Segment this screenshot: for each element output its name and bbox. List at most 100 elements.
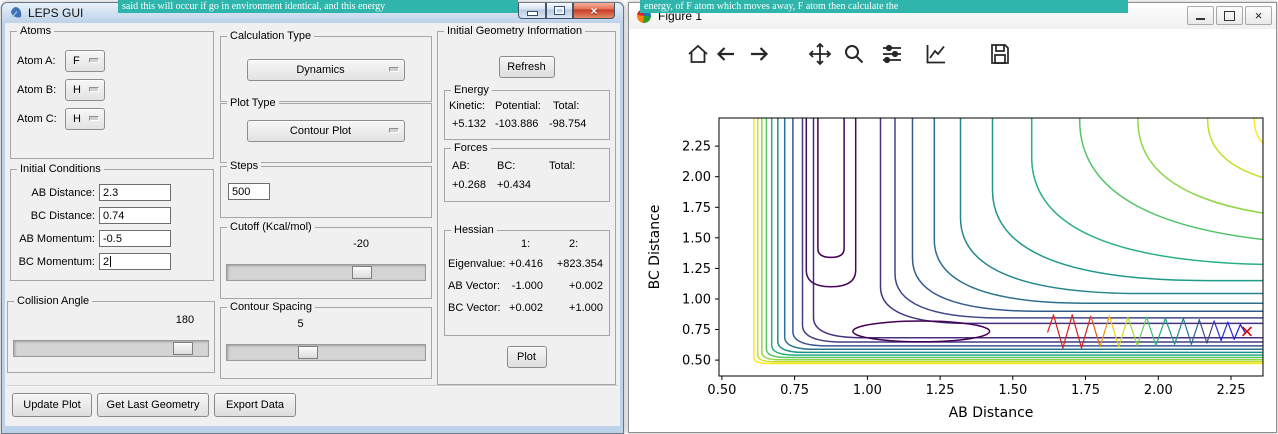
geometry-info-group: Initial Geometry Information Refresh Ene… <box>437 25 616 385</box>
maximize-icon <box>554 6 565 15</box>
update-plot-button[interactable]: Update Plot <box>12 393 92 417</box>
edit-parameters-icon-glyph <box>926 45 945 64</box>
forward-icon[interactable] <box>746 41 772 67</box>
steps-input[interactable]: 500 <box>228 183 270 200</box>
get-last-geometry-label: Get Last Geometry <box>106 399 200 411</box>
close-icon: × <box>590 3 598 18</box>
pan-icon-glyph <box>808 42 832 66</box>
cutoff-thumb[interactable] <box>351 266 372 279</box>
svg-text:1.50: 1.50 <box>682 231 711 246</box>
maximize-icon <box>1224 10 1235 21</box>
cutoff-slider[interactable]: -20 <box>223 238 429 294</box>
background-text-right: energy, of F atom which moves away, F at… <box>644 1 899 12</box>
svg-text:0.50: 0.50 <box>707 383 736 398</box>
svg-text:2.00: 2.00 <box>682 170 711 185</box>
eigenvalue-2: +823.354 <box>556 258 603 270</box>
calculation-type-select[interactable]: Dynamics <box>247 59 405 81</box>
atoms-group: Atoms Atom A: F Atom B: H Atom C: H <box>10 25 214 159</box>
maximize-button[interactable] <box>546 3 573 19</box>
dropdown-indicator-icon <box>389 67 399 72</box>
cutoff-trough[interactable] <box>226 264 426 281</box>
atom-a-value: F <box>73 55 80 67</box>
plot-type-select[interactable]: Contour Plot <box>247 120 405 142</box>
svg-text:1.50: 1.50 <box>998 383 1027 398</box>
svg-text:1.00: 1.00 <box>682 293 711 308</box>
save-icon[interactable] <box>987 41 1013 67</box>
cutoff-value: -20 <box>353 238 369 250</box>
zoom-icon[interactable] <box>841 41 867 67</box>
svg-text:0.75: 0.75 <box>780 383 809 398</box>
hessian-label: Hessian <box>451 224 497 237</box>
bc-vector-2: +1.000 <box>569 302 603 314</box>
forces-label: Forces <box>451 142 491 155</box>
potential-header: Potential: <box>495 100 541 112</box>
dropdown-indicator-icon <box>89 87 99 92</box>
calculation-type-label: Calculation Type <box>227 30 315 43</box>
configure-subplots-icon[interactable] <box>879 41 905 67</box>
ab-distance-input[interactable]: 2.3 <box>99 184 171 201</box>
back-icon[interactable] <box>713 41 739 67</box>
calculation-type-value: Dynamics <box>296 64 345 76</box>
contour-spacing-slider[interactable]: 5 <box>223 318 429 374</box>
eigenvalue-1: +0.416 <box>509 258 543 270</box>
refresh-button[interactable]: Refresh <box>498 56 555 78</box>
pan-icon[interactable] <box>807 41 833 67</box>
home-icon[interactable] <box>685 41 711 67</box>
contour-plot-svg[interactable]: 0.50 0.75 1.00 1.25 1.50 1.75 2.00 2.25 0.50 0.75… <box>629 79 1276 432</box>
atoms-group-label: Atoms <box>17 25 55 38</box>
desktop: said this will occur if go in environmen… <box>0 0 1278 434</box>
contour-spacing-thumb[interactable] <box>298 346 319 359</box>
atom-b-select[interactable]: H <box>65 79 105 101</box>
collision-angle-thumb[interactable] <box>172 342 193 355</box>
bc-distance-value: 0.74 <box>103 209 125 222</box>
get-last-geometry-button[interactable]: Get Last Geometry <box>97 393 209 417</box>
configure-subplots-icon-glyph <box>883 44 901 64</box>
atom-a-select[interactable]: F <box>65 50 105 72</box>
background-text-left: said this will occur if go in environmen… <box>122 1 386 12</box>
atom-b-value: H <box>73 84 81 96</box>
bc-vector-1: +0.002 <box>509 302 543 314</box>
total-header: Total: <box>553 100 580 112</box>
collision-angle-trough[interactable] <box>13 340 209 357</box>
figure-canvas[interactable]: 0.50 0.75 1.00 1.25 1.50 1.75 2.00 2.25 0.50 0.75… <box>629 79 1276 432</box>
dropdown-indicator-icon <box>389 128 399 133</box>
plot-type-label: Plot Type <box>227 97 279 110</box>
ab-distance-label: AB Distance: <box>31 187 95 199</box>
ab-momentum-input[interactable]: -0.5 <box>99 230 171 247</box>
ab-distance-value: 2.3 <box>103 186 119 199</box>
calculation-type-group: Calculation Type Dynamics <box>220 30 432 102</box>
ab-vector-1: -1.000 <box>511 280 543 292</box>
minimize-button[interactable] <box>1187 6 1214 25</box>
collision-angle-group: Collision Angle 180 <box>7 295 215 373</box>
contour-spacing-label: Contour Spacing <box>227 301 315 314</box>
steps-label: Steps <box>227 160 262 173</box>
ab-vector-2: +0.002 <box>569 280 603 292</box>
update-plot-label: Update Plot <box>23 399 81 411</box>
bc-distance-input[interactable]: 0.74 <box>99 207 171 224</box>
back-icon-glyph <box>716 47 734 61</box>
matplotlib-toolbar <box>629 29 1276 79</box>
bc-momentum-input[interactable]: 2 <box>99 253 171 270</box>
close-button[interactable]: × <box>573 3 615 19</box>
atom-c-select[interactable]: H <box>65 108 105 130</box>
plot-button[interactable]: Plot <box>506 346 547 368</box>
edit-parameters-icon[interactable] <box>923 41 949 67</box>
collision-angle-slider[interactable]: 180 <box>10 314 212 370</box>
geometry-info-label: Initial Geometry Information <box>444 25 586 38</box>
minimize-icon <box>526 10 538 16</box>
svg-text:2.00: 2.00 <box>1144 383 1173 398</box>
collision-angle-label: Collision Angle <box>14 295 93 308</box>
export-data-button[interactable]: Export Data <box>214 393 296 417</box>
background-document-text: energy, of F atom which moves away, F at… <box>640 0 1128 13</box>
force-bc-value: +0.434 <box>497 179 531 191</box>
force-bc-header: BC: <box>497 160 516 172</box>
minimize-button[interactable] <box>518 3 546 19</box>
steps-value: 500 <box>232 185 251 198</box>
hessian-group: Hessian 1: 2: Eigenvalue: +0.416 +823.35… <box>444 224 610 336</box>
close-button[interactable]: × <box>1245 6 1272 25</box>
hessian-col2-header: 2: <box>569 238 579 250</box>
svg-text:2.25: 2.25 <box>682 140 711 155</box>
contour-spacing-trough[interactable] <box>226 344 426 361</box>
energy-label: Energy <box>451 84 492 97</box>
maximize-button[interactable] <box>1216 6 1243 25</box>
